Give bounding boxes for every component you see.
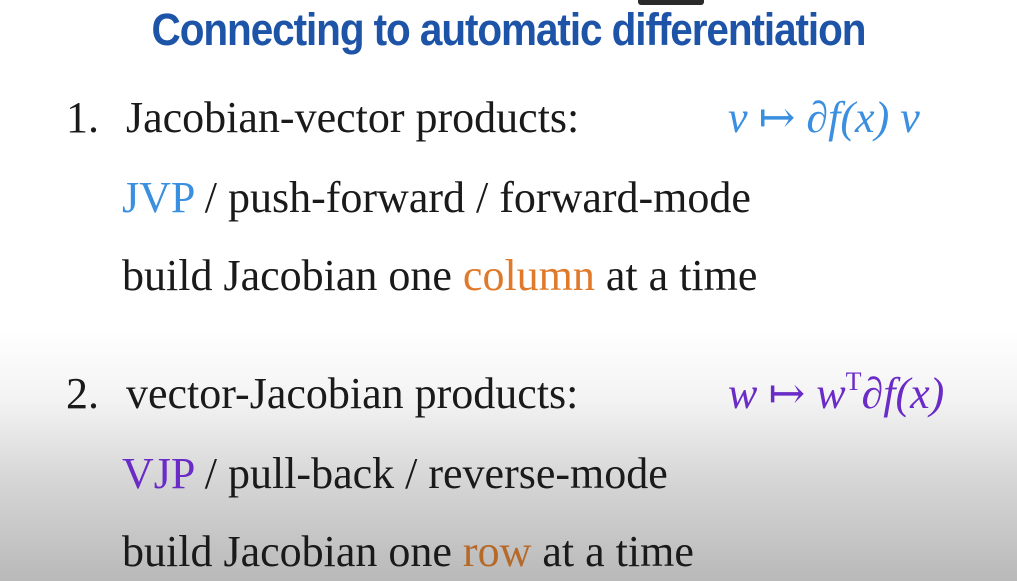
item2-formula-w2: w <box>816 369 846 418</box>
item2-formula-w: w <box>728 369 758 418</box>
item2-number: 2. <box>66 369 99 418</box>
item1-build-prefix: build Jacobian one <box>122 251 463 300</box>
item2-build-suffix: at a time <box>531 527 694 576</box>
item2-formula: w ↦ wT∂f(x) <box>728 367 945 419</box>
item1-formula-partial: ∂ <box>806 93 829 142</box>
item2-formula-f: f <box>883 369 896 418</box>
item2-names-rest: / pull-back / reverse-mode <box>193 449 668 498</box>
item2-heading: vector-Jacobian products: <box>126 369 579 418</box>
item1-formula-f: f <box>828 93 841 142</box>
item2-formula-mapsto: ↦ <box>768 369 806 418</box>
item2-build-prefix: build Jacobian one <box>122 527 463 576</box>
item1-formula-mapsto: ↦ <box>758 93 796 142</box>
item1-names-line: JVP / push-forward / forward-mode <box>122 172 751 223</box>
item1-heading-line: 1. Jacobian-vector products: <box>66 92 579 143</box>
item2-formula-transpose: T <box>845 367 862 396</box>
item1-formula-arg: (x) <box>840 93 890 142</box>
jvp-label: JVP <box>122 173 194 222</box>
item2-build-line: build Jacobian one row at a time <box>122 526 694 577</box>
item2-formula-arg: (x) <box>895 369 945 418</box>
item1-number: 1. <box>66 93 99 142</box>
item1-formula-v: v <box>728 93 748 142</box>
item1-build-line: build Jacobian one column at a time <box>122 250 757 301</box>
vjp-label: VJP <box>122 449 194 498</box>
item1-heading: Jacobian-vector products: <box>126 93 580 142</box>
row-keyword: row <box>462 527 532 576</box>
item2-names-line: VJP / pull-back / reverse-mode <box>122 448 668 499</box>
item1-formula: v ↦ ∂f(x) v <box>728 92 920 143</box>
item1-formula-v2: v <box>900 93 920 142</box>
item2-heading-line: 2. vector-Jacobian products: <box>66 368 578 419</box>
item2-formula-partial: ∂ <box>861 369 884 418</box>
slide-title: Connecting to automatic differentiation <box>151 4 867 55</box>
item1-build-suffix: at a time <box>594 251 758 300</box>
item1-names-rest: / push-forward / forward-mode <box>193 173 751 222</box>
column-keyword: column <box>462 251 595 300</box>
